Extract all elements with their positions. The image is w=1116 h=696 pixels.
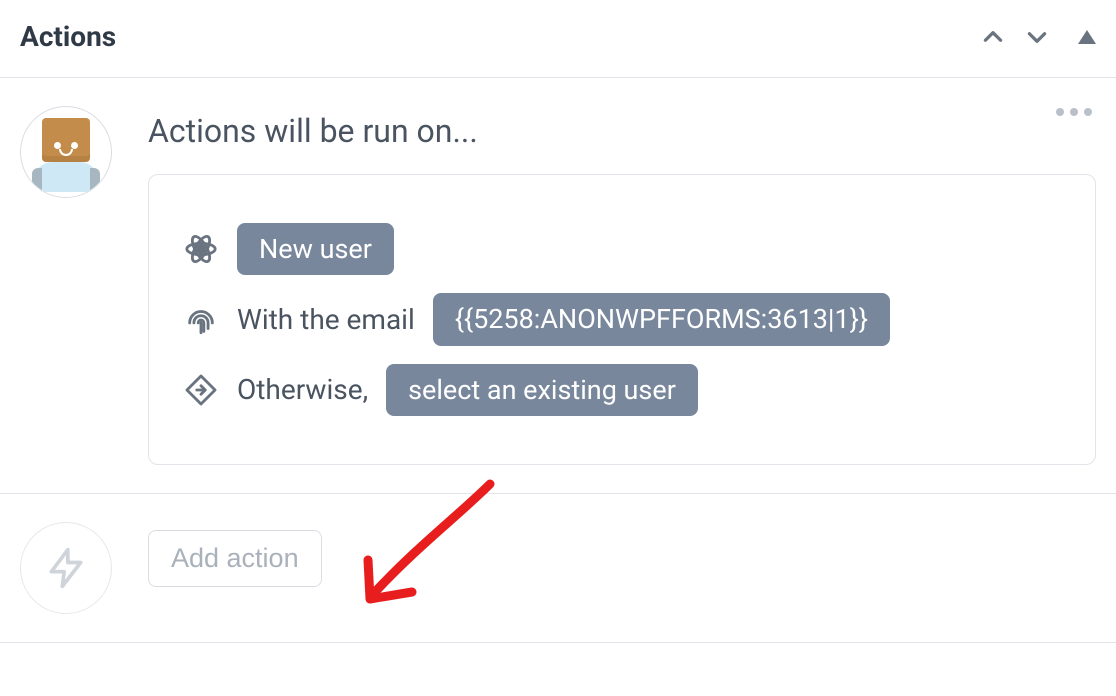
- select-existing-user-chip[interactable]: select an existing user: [386, 364, 698, 416]
- otherwise-label: Otherwise,: [237, 373, 368, 406]
- header-controls: [980, 24, 1096, 50]
- move-down-button[interactable]: [1024, 24, 1050, 50]
- atom-icon: [183, 232, 219, 266]
- actions-header: Actions: [0, 0, 1116, 78]
- run-on-section: Actions will be run on... New user: [0, 78, 1116, 494]
- rules-card: New user With the email {{5258:ANONWPFFO…: [148, 174, 1096, 465]
- lightning-icon: [44, 546, 88, 590]
- collapse-toggle[interactable]: [1078, 30, 1096, 44]
- fingerprint-icon: [183, 303, 219, 337]
- boxhead-avatar-icon: [31, 112, 101, 192]
- add-action-button[interactable]: Add action: [148, 530, 322, 587]
- add-action-section: Add action: [0, 494, 1116, 643]
- rule-new-user: New user: [183, 223, 1061, 275]
- add-action-body: Add action: [148, 522, 1096, 587]
- user-avatar: [20, 106, 112, 198]
- rule-with-email: With the email {{5258:ANONWPFFORMS:3613|…: [183, 293, 1061, 345]
- run-on-title: Actions will be run on...: [148, 112, 1096, 150]
- new-user-chip[interactable]: New user: [237, 223, 394, 275]
- header-title: Actions: [20, 20, 116, 53]
- run-on-body: Actions will be run on... New user: [148, 106, 1096, 465]
- rule-otherwise: Otherwise, select an existing user: [183, 364, 1061, 416]
- action-icon-circle: [20, 522, 112, 614]
- email-token-chip[interactable]: {{5258:ANONWPFFORMS:3613|1}}: [433, 293, 890, 345]
- section-more-button[interactable]: [1056, 108, 1092, 116]
- move-up-button[interactable]: [980, 24, 1006, 50]
- with-email-label: With the email: [237, 303, 415, 336]
- directions-icon: [183, 373, 219, 407]
